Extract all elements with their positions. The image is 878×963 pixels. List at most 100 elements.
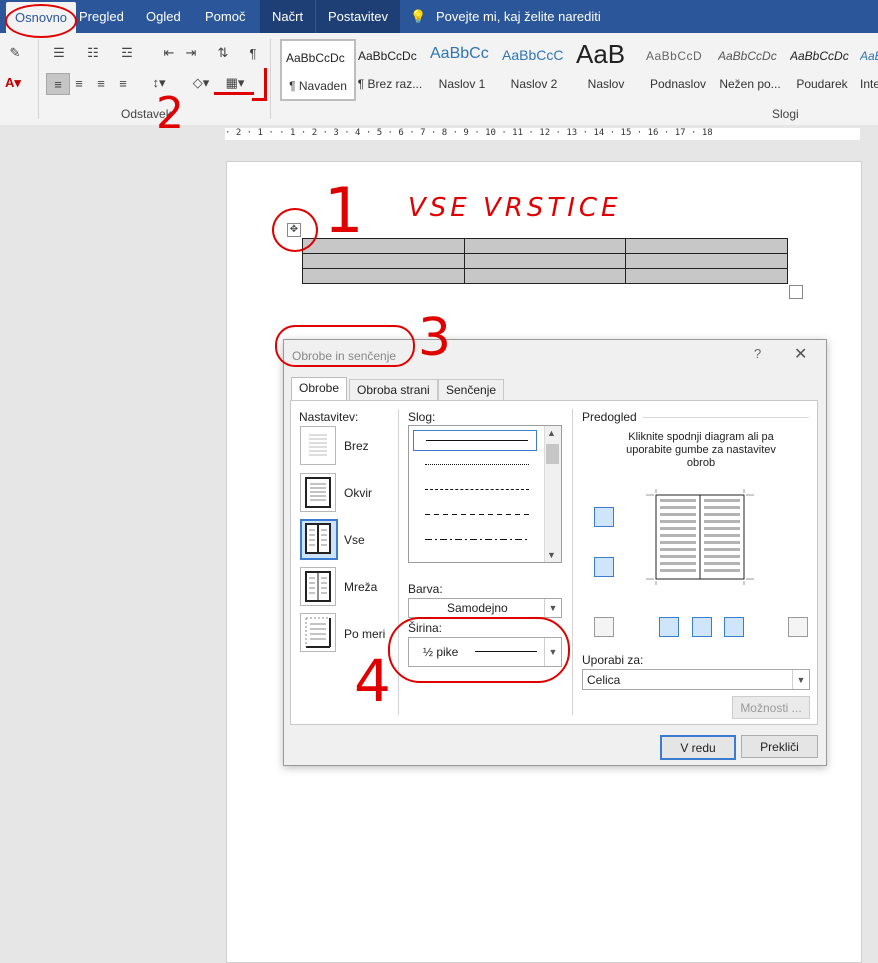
setting-custom-label[interactable]: Po meri: [344, 627, 385, 641]
apply-to-dropdown[interactable]: Celica ▼: [582, 669, 810, 690]
style-sample: AaB: [576, 39, 626, 69]
style-normal[interactable]: AaBbCcDc ¶ Navaden: [280, 39, 356, 101]
scroll-thumb[interactable]: [546, 444, 559, 464]
diagonal-down-border-button[interactable]: [788, 617, 808, 637]
table-resize-handle[interactable]: [789, 285, 803, 299]
style-no-spacing[interactable]: AaBbCcDc ¶ Brez raz...: [354, 39, 426, 97]
style-heading-2[interactable]: AaBbCcC Naslov 2: [498, 39, 570, 97]
style-intense-emphasis[interactable]: AaBb Inte: [856, 39, 878, 97]
justify-icon[interactable]: ≡: [112, 73, 134, 93]
table-cell[interactable]: [625, 238, 788, 254]
table-cell[interactable]: [302, 253, 465, 269]
tell-me-box[interactable]: Povejte mi, kaj želite narediti: [436, 0, 601, 33]
right-border-button[interactable]: [724, 617, 744, 637]
setting-all-icon[interactable]: [300, 519, 338, 560]
setting-none-icon[interactable]: [300, 426, 336, 465]
tab-pomoc[interactable]: Pomoč: [205, 0, 245, 33]
tab-sencenje[interactable]: Senčenje: [438, 379, 505, 401]
cancel-button[interactable]: Prekliči: [741, 735, 818, 758]
align-right-icon[interactable]: ≡: [90, 73, 112, 93]
apply-to-value: Celica: [587, 673, 621, 687]
group-divider: [270, 39, 271, 119]
style-sample: AaBbCcDc: [790, 49, 849, 63]
setting-all-label[interactable]: Vse: [344, 533, 365, 547]
left-border-button[interactable]: [659, 617, 679, 637]
tab-nacrt[interactable]: Načrt: [260, 0, 316, 33]
style-name: ¶ Brez raz...: [357, 77, 423, 91]
setting-grid-icon[interactable]: [300, 567, 336, 606]
tab-postavitev[interactable]: Postavitev: [316, 0, 400, 33]
bullets-icon[interactable]: ☰: [48, 43, 70, 63]
tab-ogled[interactable]: Ogled: [146, 0, 181, 33]
help-button[interactable]: ?: [754, 346, 761, 361]
close-icon[interactable]: ✕: [794, 344, 807, 364]
preview-heading-rule: [643, 417, 809, 418]
multilevel-list-icon[interactable]: ☲: [116, 43, 138, 63]
setting-custom-icon[interactable]: [300, 613, 336, 652]
font-color-icon[interactable]: A▾: [0, 73, 26, 93]
chevron-down-icon[interactable]: ▼: [544, 599, 561, 617]
border-preview-diagram[interactable]: [646, 489, 754, 585]
tab-obroba-strani[interactable]: Obroba strani: [349, 379, 438, 401]
align-center-icon[interactable]: ≡: [68, 73, 90, 93]
scroll-down-icon[interactable]: ▼: [547, 550, 556, 560]
style-sample: AaBbCcDc: [286, 51, 345, 65]
style-sample: AaBb: [860, 49, 878, 63]
style-heading: Slog:: [408, 410, 436, 424]
inside-vertical-border-button[interactable]: [692, 617, 712, 637]
style-heading-1[interactable]: AaBbCc Naslov 1: [426, 39, 498, 97]
table-cell[interactable]: [625, 268, 788, 284]
align-left-icon[interactable]: ≡: [46, 73, 70, 95]
preview-hint: Kliknite spodnji diagram ali pa uporabit…: [626, 431, 776, 469]
table-cell[interactable]: [302, 268, 465, 284]
color-dropdown[interactable]: Samodejno ▼: [408, 598, 562, 618]
annotation-ring-dialog-title: [275, 325, 415, 367]
sort-icon[interactable]: ⇅: [212, 43, 234, 63]
table-cell[interactable]: [463, 253, 627, 269]
table-cell[interactable]: [463, 268, 627, 284]
setting-box-icon[interactable]: [300, 473, 336, 512]
table-cell[interactable]: [625, 253, 788, 269]
ok-button[interactable]: V redu: [660, 735, 736, 760]
top-border-button[interactable]: [594, 507, 614, 527]
annotation-three: 3: [418, 308, 452, 368]
line-style-dash-dot[interactable]: [413, 530, 537, 549]
options-button[interactable]: Možnosti ...: [732, 696, 810, 719]
line-style-list[interactable]: ▲ ▼: [408, 425, 562, 563]
document-table[interactable]: [302, 238, 788, 284]
style-list-scrollbar[interactable]: ▲ ▼: [544, 426, 561, 562]
setting-none-label[interactable]: Brez: [344, 439, 369, 453]
line-style-dash[interactable]: [413, 505, 537, 524]
line-style-solid[interactable]: [413, 430, 537, 451]
increase-indent-icon[interactable]: ⇥: [180, 43, 202, 63]
diagonal-up-border-button[interactable]: [594, 617, 614, 637]
color-value: Samodejno: [447, 601, 508, 615]
table-cell[interactable]: [463, 238, 627, 254]
style-sample: AaBbCcDc: [718, 49, 777, 63]
tab-pregled[interactable]: Pregled: [79, 0, 124, 33]
style-subtitle[interactable]: AaBbCcD Podnaslov: [642, 39, 714, 97]
setting-grid-label[interactable]: Mreža: [344, 580, 377, 594]
column-divider: [572, 409, 573, 715]
tab-obrobe[interactable]: Obrobe: [291, 377, 348, 402]
shading-icon[interactable]: ◇▾: [186, 73, 216, 93]
apply-to-heading: Uporabi za:: [582, 653, 644, 667]
pilcrow-icon[interactable]: ¶: [242, 43, 264, 63]
style-subtle-emphasis[interactable]: AaBbCcDc Nežen po...: [714, 39, 786, 97]
decrease-indent-icon[interactable]: ⇤: [158, 43, 180, 63]
chevron-down-icon[interactable]: ▼: [792, 670, 809, 689]
inside-horizontal-border-button[interactable]: [594, 557, 614, 577]
annotation-ring-tab: [5, 4, 77, 38]
style-sample: AaBbCcD: [646, 49, 703, 63]
scroll-up-icon[interactable]: ▲: [547, 428, 556, 438]
numbering-icon[interactable]: ☷: [82, 43, 104, 63]
line-style-dotted[interactable]: [413, 455, 537, 474]
setting-box-label[interactable]: Okvir: [344, 486, 372, 500]
line-style-small-dash[interactable]: [413, 480, 537, 499]
style-title[interactable]: AaB Naslov: [570, 39, 642, 97]
style-emphasis[interactable]: AaBbCcDc Poudarek: [786, 39, 858, 97]
lightbulb-icon: 💡: [410, 9, 427, 24]
borders-icon[interactable]: ▦▾: [220, 73, 250, 93]
clear-format-icon[interactable]: ✎: [4, 43, 26, 63]
ruler-scale[interactable]: · 2 · 1 · · 1 · 2 · 3 · 4 · 5 · 6 · 7 · …: [225, 128, 860, 140]
